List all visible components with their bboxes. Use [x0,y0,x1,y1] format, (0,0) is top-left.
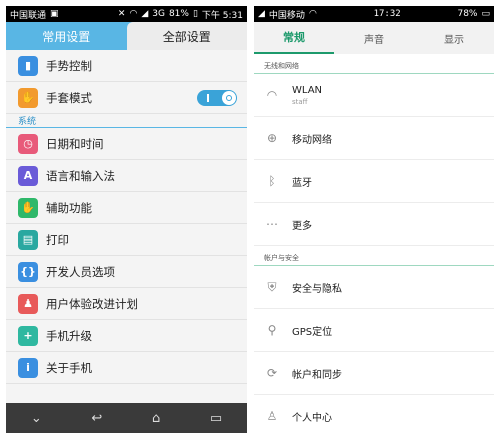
right-phone-screen: ◢ 中国移动 ◠ 17:32 78% ▭ 常规 声音 显示 无线和网络 ◠ WL… [254,6,494,433]
list-item-security-privacy[interactable]: ⛨ 安全与隐私 [254,266,494,309]
list-item-user-experience[interactable]: ♟ 用户体验改进计划 [6,288,247,320]
language-icon: A [18,165,38,186]
glove-icon: ✋ [18,87,38,108]
navigation-bar: ⌄ ↩ ⌂ ▭ [6,403,247,433]
tab-display[interactable]: 显示 [414,22,494,54]
battery-icon: ▭ [481,9,491,19]
settings-tabs: 常规 声音 显示 [254,22,494,54]
item-label: 辅助功能 [46,200,92,215]
item-label: 更多 [292,220,312,232]
tab-common-settings[interactable]: 常用设置 [6,22,127,50]
tab-all-settings[interactable]: 全部设置 [126,22,247,50]
list-item-account-sync[interactable]: ⟳ 帐户和同步 [254,352,494,395]
gesture-icon: ▮ [18,55,38,76]
list-item-developer[interactable]: {} 开发人员选项 [6,256,247,288]
item-label: 用户体验改进计划 [46,296,138,311]
list-item-upgrade[interactable]: + 手机升级 [6,320,247,352]
section-header-account: 帐户与安全 [254,246,494,266]
wifi-icon: ◠ [266,88,278,102]
status-bar: 中国联通 ▣ ✕ ◠ ◢ 3G 81% ▯ 下午 5:31 [6,6,247,22]
list-item-bluetooth[interactable]: ᛒ 蓝牙 [254,160,494,203]
item-label: 手套模式 [46,90,92,105]
mute-icon: ✕ [117,9,126,19]
list-item-gesture[interactable]: ▮ 手势控制 [6,50,247,82]
shield-icon: ⛨ [267,279,277,294]
carrier-label: 中国联通 [10,10,47,21]
list-item-language[interactable]: A 语言和输入法 [6,160,247,192]
item-label: 日期和时间 [46,136,104,151]
info-icon: i [18,357,38,378]
list-item-gps[interactable]: ⚲ GPS定位 [254,309,494,352]
list-item-more[interactable]: ⋯ 更多 [254,203,494,246]
item-label: 个人中心 [292,412,332,424]
more-icon: ⋯ [266,217,278,231]
left-phone-screen: 中国联通 ▣ ✕ ◠ ◢ 3G 81% ▯ 下午 5:31 常用设置 全部设置 … [6,6,247,433]
battery-percent: 78% [457,9,478,19]
item-label: 移动网络 [292,134,332,146]
glove-mode-toggle[interactable] [197,90,237,106]
battery-icon: ▯ [192,9,198,19]
back-icon[interactable]: ↩ [91,411,102,426]
recent-apps-icon[interactable]: ▭ [210,411,222,426]
list-item-print[interactable]: ▤ 打印 [6,224,247,256]
developer-icon: {} [18,261,38,282]
item-label: WLAN [292,84,323,96]
person-icon: ♙ [266,409,278,423]
list-item-accessibility[interactable]: ✋ 辅助功能 [6,192,247,224]
list-item-date-time[interactable]: ◷ 日期和时间 [6,128,247,160]
item-label: 语言和输入法 [46,168,115,183]
settings-tabs: 常用设置 全部设置 [6,22,247,50]
image-notification-icon: ▣ [50,9,59,19]
item-label: 关于手机 [46,360,92,375]
section-header-network: 无线和网络 [254,54,494,74]
item-label: GPS定位 [292,326,333,338]
clock-text: 17:32 [373,9,401,19]
signal-icon: ◢ [258,9,265,19]
item-label: 蓝牙 [292,177,312,189]
sync-icon: ⟳ [266,366,278,380]
clock-text: 下午 5:31 [201,10,243,21]
hand-icon: ✋ [18,197,38,218]
list-item-glove-mode[interactable]: ✋ 手套模式 [6,82,247,114]
tab-general[interactable]: 常规 [254,22,334,54]
tab-sound[interactable]: 声音 [334,22,414,54]
carrier-label: 中国移动 [268,10,305,21]
upgrade-icon: + [18,325,38,346]
item-sublabel: staff [292,97,308,106]
network-type-label: 3G [152,9,165,19]
item-label: 打印 [46,232,69,247]
section-header-system: 系统 [6,114,247,128]
bluetooth-icon: ᛒ [268,174,276,188]
user-plan-icon: ♟ [18,293,38,314]
list-item-wlan[interactable]: ◠ WLAN staff [254,74,494,117]
home-icon[interactable]: ⌂ [152,411,160,426]
wifi-icon: ◠ [129,9,138,19]
chevron-down-icon[interactable]: ⌄ [31,411,42,426]
list-item-about[interactable]: i 关于手机 [6,352,247,384]
signal-icon: ◢ [141,9,149,19]
item-label: 手势控制 [46,58,92,73]
wifi-icon: ◠ [308,9,317,19]
printer-icon: ▤ [18,229,38,250]
item-label: 安全与隐私 [292,283,342,295]
item-label: 开发人员选项 [46,264,115,279]
list-item-personal-center[interactable]: ♙ 个人中心 [254,395,494,433]
item-label: 帐户和同步 [292,369,342,381]
item-label: 手机升级 [46,328,92,343]
globe-icon: ⊕ [266,131,278,145]
battery-percent: 81% [168,9,189,19]
clock-icon: ◷ [18,133,38,154]
location-icon: ⚲ [267,323,277,337]
status-bar: ◢ 中国移动 ◠ 17:32 78% ▭ [254,6,494,22]
list-item-mobile-network[interactable]: ⊕ 移动网络 [254,117,494,160]
